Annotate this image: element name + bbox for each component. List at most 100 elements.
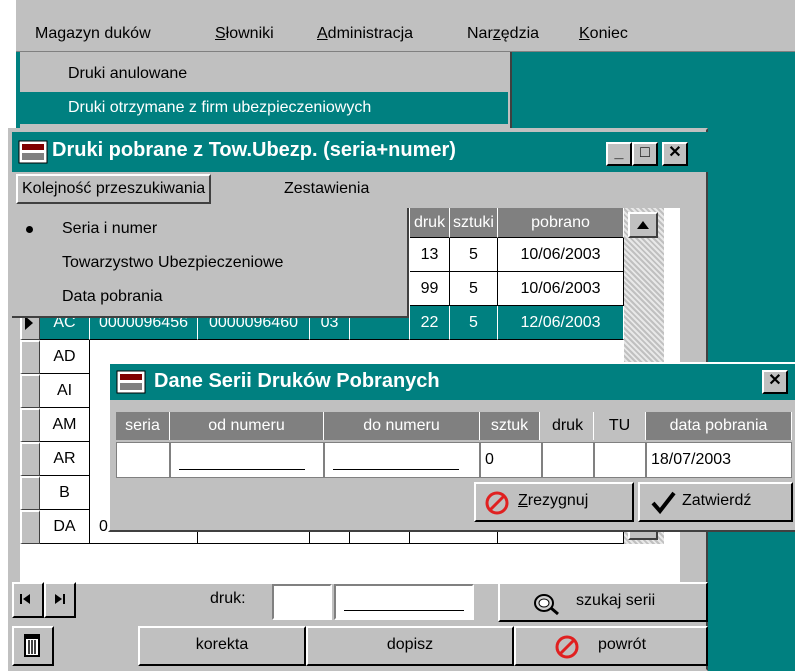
cell-seria[interactable]: B [40,476,90,510]
search-order-menu: Seria i numer Towarzystwo Ubezpieczeniow… [12,208,409,318]
menu-item-label: Data pobrania [62,288,163,305]
zatwierdz-label: Zatwierdź [682,492,752,509]
cell-seria[interactable]: DA [40,510,90,544]
zatwierdz-button[interactable]: Zatwierdź [638,482,793,522]
menu-mnemonic: A [317,25,328,42]
cell-druk[interactable]: 22 [410,306,450,340]
dialog-header-druk: druk [542,412,594,440]
menu-kolejnosc[interactable]: Kolejność przeszukiwania [16,174,212,204]
close-icon: ✕ [668,144,682,161]
cell-sztuki[interactable]: 5 [450,272,498,306]
row-indicator [20,374,40,408]
dialog-header-sztuk: sztuk [480,412,540,440]
input-underline [333,469,459,470]
maximize-button[interactable]: □ [632,142,658,166]
first-record-button[interactable] [12,582,44,618]
menu-mnemonic: K [579,25,590,42]
row-indicator [20,510,40,544]
dialog-header-data: data pobrania [646,412,792,440]
cell-pobrano[interactable]: 10/06/2003 [498,238,624,272]
minimize-button[interactable]: _ [606,142,632,166]
cell-seria[interactable]: AI [40,374,90,408]
dialog-title: Dane Serii Druków Pobranych [154,370,440,392]
sztuk-field[interactable]: 0 [480,442,542,478]
series-data-dialog: Dane Serii Druków Pobranych ✕ seria od n… [108,362,795,532]
menu-mnemonic: z [492,25,501,42]
search-series-icon [534,594,559,616]
cell-druk[interactable]: 99 [410,272,450,306]
dialog-app-icon [116,370,146,394]
cancel-circle-icon [555,635,579,659]
druk-input-b[interactable] [334,584,474,620]
korekta-button[interactable]: korekta [138,626,306,666]
menu-administracja[interactable]: Administracja [314,22,416,46]
maximize-icon: □ [640,144,650,161]
row-indicator [20,442,40,476]
cell-pobrano[interactable]: 10/06/2003 [498,272,624,306]
arrow-up-icon [637,221,649,229]
app-menubar: Magazyn duków Słowniki Administracja Nar… [16,0,795,52]
column-header-pobrano[interactable]: pobrano [498,208,624,238]
app-icon [18,140,48,164]
do-numeru-field[interactable] [324,442,480,478]
close-button[interactable]: ✕ [662,142,688,166]
menu-item-label: Towarzystwo Ubezpieczeniowe [62,254,284,271]
main-titlebar[interactable]: Druki pobrane z Tow.Ubezp. (seria+numer)… [12,132,708,172]
scroll-up-button[interactable] [628,212,658,238]
minimize-icon: _ [614,144,624,161]
szukaj-serii-label: szukaj serii [576,592,656,609]
last-icon [55,594,65,604]
cell-pobrano[interactable]: 12/06/2003 [498,306,624,340]
menu-magazyn[interactable]: Magazyn duków [32,22,154,46]
korekta-label: korekta [195,636,249,653]
dialog-close-button[interactable]: ✕ [762,370,788,394]
window-menubar: Kolejność przeszukiwania Zestawienia [12,172,708,206]
dropdown-item-otrzymane[interactable]: Druki otrzymane z firm ubezpieczeniowych [20,92,508,124]
column-header-sztuki[interactable]: sztuki [450,208,498,238]
radio-dot-icon [26,226,33,233]
menu-item-seria-numer[interactable]: Seria i numer [12,212,407,246]
szukaj-serii-button[interactable]: szukaj serii [498,582,708,622]
column-header-druk[interactable]: druk [410,208,450,238]
od-numeru-field[interactable] [170,442,324,478]
cell-seria[interactable]: AM [40,408,90,442]
dopisz-button[interactable]: dopisz [306,626,514,666]
zrezygnuj-rest: rezygnuj [527,492,589,509]
dialog-header-do: do numeru [324,412,480,440]
row-indicator [20,476,40,510]
cell-sztuki[interactable]: 5 [450,238,498,272]
druk-field[interactable] [542,442,594,478]
close-icon: ✕ [768,372,782,389]
data-pobrania-field[interactable]: 18/07/2003 [646,442,792,478]
tu-field[interactable] [594,442,646,478]
dialog-titlebar[interactable]: Dane Serii Druków Pobranych ✕ [110,364,795,400]
zrezygnuj-label: Zrezygnuj [518,492,588,510]
menu-narzedzia[interactable]: Narzędzia [464,22,542,46]
delete-button[interactable] [12,626,54,666]
menu-koniec[interactable]: Koniec [576,22,631,46]
dialog-header-seria: seria [116,412,170,440]
druk-input-a[interactable] [272,584,332,620]
seria-field[interactable] [116,442,170,478]
row-indicator [20,340,40,374]
dopisz-label: dopisz [386,636,434,653]
menu-slowniki[interactable]: Słowniki [212,22,277,46]
row-indicator [20,408,40,442]
input-underline [344,610,464,611]
first-icon [20,594,30,604]
powrot-label: powrót [598,636,647,653]
cell-sztuki[interactable]: 5 [450,306,498,340]
menu-item-data-pobrania[interactable]: Data pobrania [12,280,407,314]
cell-druk[interactable]: 13 [410,238,450,272]
cell-seria[interactable]: AD [40,340,90,374]
menu-item-towarzystwo[interactable]: Towarzystwo Ubezpieczeniowe [12,246,407,280]
menu-zestawienia[interactable]: Zestawienia [284,176,369,202]
druk-label: druk: [210,590,246,607]
powrot-button[interactable]: powrót [514,626,708,666]
last-record-button[interactable] [44,582,76,618]
cell-seria[interactable]: AR [40,442,90,476]
dropdown-item-anulowane[interactable]: Druki anulowane [20,58,508,90]
cancel-circle-icon [485,491,509,515]
main-title: Druki pobrane z Tow.Ubezp. (seria+numer) [52,139,456,161]
zrezygnuj-button[interactable]: Zrezygnuj [474,482,634,522]
